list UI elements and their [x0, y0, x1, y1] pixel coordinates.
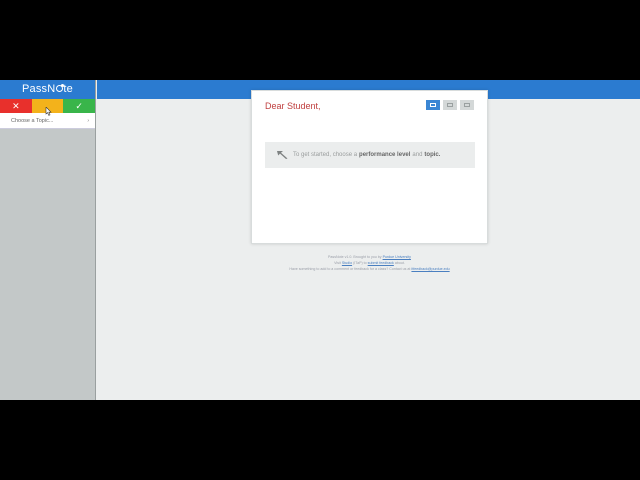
prompt-topic-text: topic.: [424, 152, 441, 158]
mouse-cursor-icon: [45, 107, 52, 116]
info-button[interactable]: [426, 100, 440, 110]
check-icon: ✓: [75, 100, 83, 111]
info-icon: [430, 103, 436, 107]
prompt-level-text: performance level: [359, 152, 411, 158]
footer-line-3: Have something to add to a comment or fe…: [251, 266, 488, 272]
arrow-up-left-icon: [277, 151, 288, 159]
footer-about-text: about.: [394, 261, 405, 265]
expand-button[interactable]: [460, 100, 474, 110]
level-red-button[interactable]: ✕: [0, 99, 32, 113]
close-icon: ✕: [12, 100, 20, 111]
chevron-right-icon: ›: [87, 117, 89, 124]
logo-o-icon: [55, 84, 64, 92]
footer-purdue-link[interactable]: Purdue University: [383, 255, 411, 259]
footer: PassNote v1.0. Brought to you by Purdue …: [251, 254, 488, 272]
prompt-text-start: To get started, choose a: [293, 152, 358, 158]
footer-mid-text: (ITaP) to: [353, 261, 367, 265]
logo-text-end: te: [63, 83, 73, 95]
card-title: Dear Student,: [265, 101, 321, 111]
card-toolbar: [426, 100, 474, 110]
welcome-card: Dear Student, To get started, choose a p…: [251, 90, 488, 244]
app-window: PassN te ✕ ✓ Choose a Topic... › Dear Stu…: [0, 80, 640, 400]
topic-select-placeholder: Choose a Topic...: [11, 117, 54, 124]
prompt-and-text: and: [412, 152, 423, 158]
get-started-prompt: To get started, choose a performance lev…: [265, 142, 475, 168]
footer-contact-text: Have something to add to a comment or fe…: [289, 267, 411, 271]
print-button[interactable]: [443, 100, 457, 110]
footer-studio-link[interactable]: Studio: [342, 261, 352, 265]
logo-text-start: PassN: [22, 83, 56, 95]
print-icon: [447, 103, 453, 107]
level-green-button[interactable]: ✓: [63, 99, 96, 113]
footer-feedback-link[interactable]: submit feedback: [368, 261, 394, 265]
footer-credit-text: PassNote v1.0. Brought to you by: [328, 255, 382, 259]
passnote-logo: PassN te: [0, 80, 95, 99]
footer-email-link[interactable]: itfeedback@purdue.edu: [411, 267, 449, 271]
expand-icon: [464, 103, 470, 107]
sidebar: PassN te ✕ ✓ Choose a Topic... ›: [0, 80, 96, 400]
footer-visit-text: Visit: [334, 261, 341, 265]
